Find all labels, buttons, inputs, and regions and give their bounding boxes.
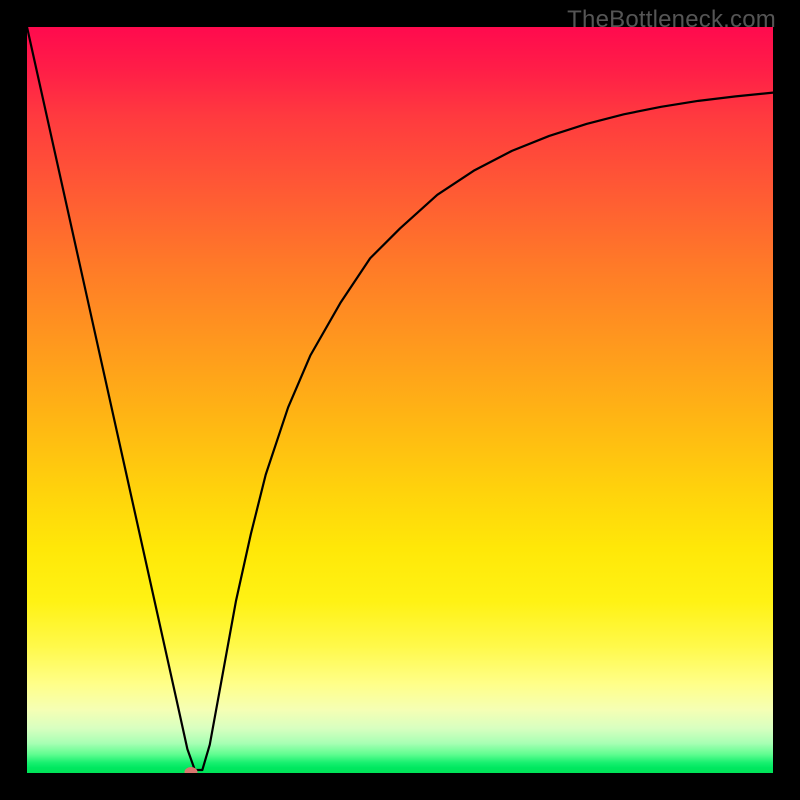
bottleneck-curve [27,27,773,770]
curve-svg [27,27,773,773]
chart-container: TheBottleneck.com [0,0,800,800]
watermark-label: TheBottleneck.com [567,6,776,34]
plot-area [27,27,773,773]
optimal-point-marker [185,767,198,774]
